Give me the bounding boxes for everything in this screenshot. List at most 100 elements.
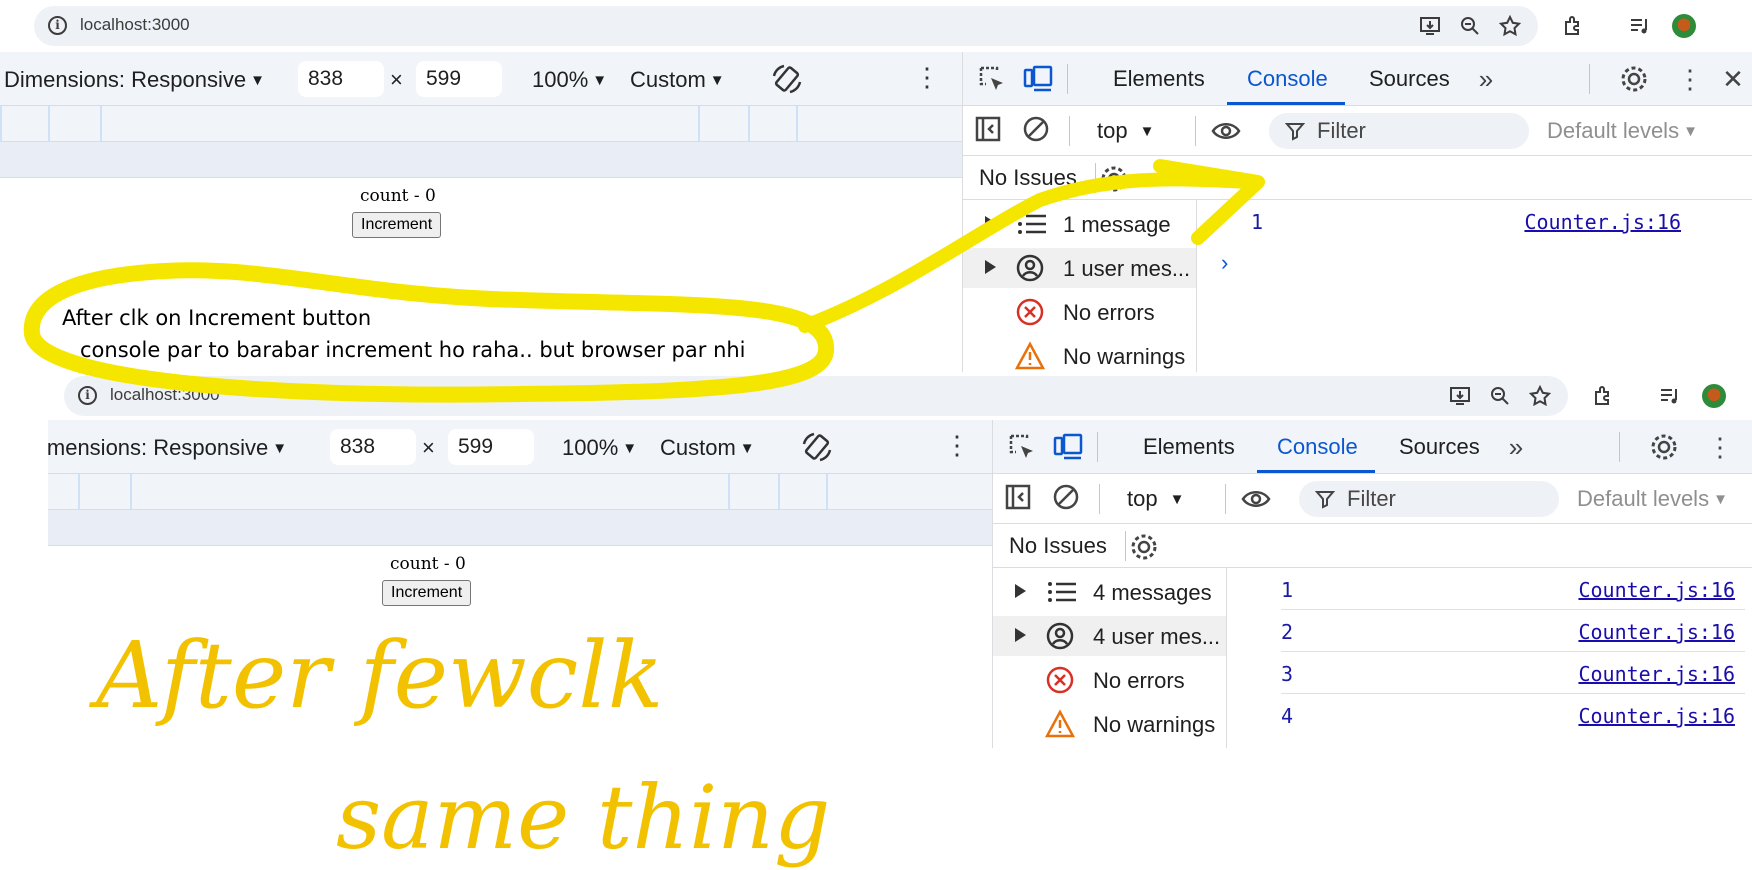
throttle-dropdown[interactable]: Custom ▼ [630,67,725,93]
log-levels-dropdown[interactable]: Default levels ▼ [1547,118,1698,144]
more-tabs-icon[interactable]: » [1501,432,1531,462]
tab-sources[interactable]: Sources [1399,434,1480,460]
width-input[interactable]: 838 [330,429,416,465]
media-query-bar[interactable] [0,106,962,142]
media-icon[interactable] [1628,14,1652,38]
url-text[interactable]: localhost:3000 [80,15,190,35]
device-toggle-icon[interactable] [1053,432,1083,462]
inspect-element-icon[interactable] [977,64,1007,94]
source-link[interactable]: Counter.js:16 [1578,620,1735,644]
width-input[interactable]: 838 [298,61,384,97]
more-options-icon[interactable]: ⋮ [914,64,940,90]
live-expression-eye-icon[interactable] [1211,116,1241,146]
sidebar-item-messages[interactable]: 4 messages [993,572,1226,612]
sidebar-toggle-icon[interactable] [973,114,1003,144]
device-toggle-icon[interactable] [1023,64,1053,94]
tab-console[interactable]: Console [1277,434,1358,460]
issues-text[interactable]: No Issues [979,165,1077,191]
sidebar-item-user-messages[interactable]: 1 user mes... [963,248,1196,288]
devtools-panel: Elements Console Sources » ⋮ top ▼ Filter… [992,420,1752,748]
sidebar-item-errors[interactable]: No errors [963,292,1196,332]
live-expression-eye-icon[interactable] [1241,484,1271,514]
sidebar-item-warnings[interactable]: No warnings [993,704,1226,744]
sidebar-toggle-icon[interactable] [1003,482,1033,512]
bookmark-star-icon[interactable] [1528,384,1552,408]
profile-avatar[interactable] [1672,14,1696,38]
expand-chevron-icon[interactable]: › [1221,250,1228,276]
issues-text[interactable]: No Issues [1009,533,1107,559]
sidebar-item-user-messages[interactable]: 4 user mes... [993,616,1226,656]
site-info-icon[interactable]: i [78,386,97,405]
context-selector[interactable]: top ▼ [1127,486,1184,512]
context-selector[interactable]: top ▼ [1097,118,1154,144]
console-message: 3 Counter.js:16 [1281,654,1745,694]
source-link[interactable]: Counter.js:16 [1578,662,1735,686]
settings-gear-icon[interactable] [1649,432,1679,462]
filter-icon [1315,491,1335,509]
install-icon[interactable] [1448,384,1472,408]
console-message: 4 Counter.js:16 [1281,704,1735,728]
console-settings-icon[interactable] [1099,164,1129,194]
tab-console[interactable]: Console [1247,66,1328,92]
increment-button[interactable]: Increment [352,212,442,238]
zoom-dropdown[interactable]: 100% ▼ [532,67,607,93]
url-text[interactable]: localhost:3000 [110,385,220,405]
source-link[interactable]: Counter.js:16 [1578,578,1735,602]
inspect-element-icon[interactable] [1007,432,1037,462]
note-line-1: After clk on Increment button [62,306,372,330]
zoom-icon[interactable] [1488,384,1512,408]
kebab-menu-icon[interactable]: ⋮ [1675,64,1705,94]
omnibox[interactable]: i localhost:3000 [64,376,1568,416]
source-link[interactable]: Counter.js:16 [1578,704,1735,728]
more-options-icon[interactable]: ⋮ [944,432,970,458]
height-input[interactable]: 599 [416,61,502,97]
dimensions-dropdown[interactable]: Dimensions: Responsive ▼ [4,67,265,93]
dimensions-dropdown[interactable]: imensions: Responsive ▼ [48,435,287,461]
times-sign: × [422,435,435,460]
rotate-icon[interactable] [770,62,804,96]
console-message: 1 Counter.js:16 [1281,570,1745,610]
zoom-dropdown[interactable]: 100% ▼ [562,435,637,461]
times-sign: × [390,67,403,92]
sidebar-item-errors[interactable]: No errors [993,660,1226,700]
bookmark-star-icon[interactable] [1498,14,1522,38]
handwritten-line-2: same thing [336,766,831,869]
filter-input[interactable]: Filter [1299,481,1559,517]
throttle-dropdown[interactable]: Custom ▼ [660,435,755,461]
extensions-icon[interactable] [1592,384,1616,408]
tab-elements[interactable]: Elements [1143,434,1235,460]
sidebar-item-warnings[interactable]: No warnings [963,336,1196,372]
kebab-menu-icon[interactable]: ⋮ [1705,432,1735,462]
devtools-panel: Elements Console Sources » ⋮ ✕ top ▼ Filt… [962,52,1752,372]
filter-input[interactable]: Filter [1269,113,1529,149]
profile-avatar[interactable] [1702,384,1726,408]
rotate-icon[interactable] [800,430,834,464]
device-ruler [0,142,962,178]
note-line-2: console par to barabar increment ho raha… [80,338,746,362]
tab-elements[interactable]: Elements [1113,66,1205,92]
sidebar-item-messages[interactable]: 1 message [963,204,1196,244]
more-tabs-icon[interactable]: » [1471,64,1501,94]
zoom-icon[interactable] [1458,14,1482,38]
console-toolbar: top ▼ Filter Default levels ▼ [993,474,1752,524]
install-icon[interactable] [1418,14,1442,38]
warning-icon [1045,709,1075,738]
warning-icon [1015,341,1045,370]
extensions-icon[interactable] [1562,14,1586,38]
source-link[interactable]: Counter.js:16 [1524,210,1681,234]
site-info-icon[interactable]: i [48,16,67,35]
handwritten-line-1: After fewclk [96,622,664,729]
console-settings-icon[interactable] [1129,532,1159,562]
clear-console-icon[interactable] [1021,114,1051,144]
media-icon[interactable] [1658,384,1682,408]
media-query-bar[interactable] [48,474,992,510]
omnibox[interactable]: i localhost:3000 [34,6,1538,46]
increment-button[interactable]: Increment [382,580,472,606]
close-devtools-icon[interactable]: ✕ [1718,64,1748,94]
settings-gear-icon[interactable] [1619,64,1649,94]
console-toolbar: top ▼ Filter Default levels ▼ [963,106,1752,156]
tab-sources[interactable]: Sources [1369,66,1450,92]
log-levels-dropdown[interactable]: Default levels ▼ [1577,486,1728,512]
clear-console-icon[interactable] [1051,482,1081,512]
height-input[interactable]: 599 [448,429,534,465]
